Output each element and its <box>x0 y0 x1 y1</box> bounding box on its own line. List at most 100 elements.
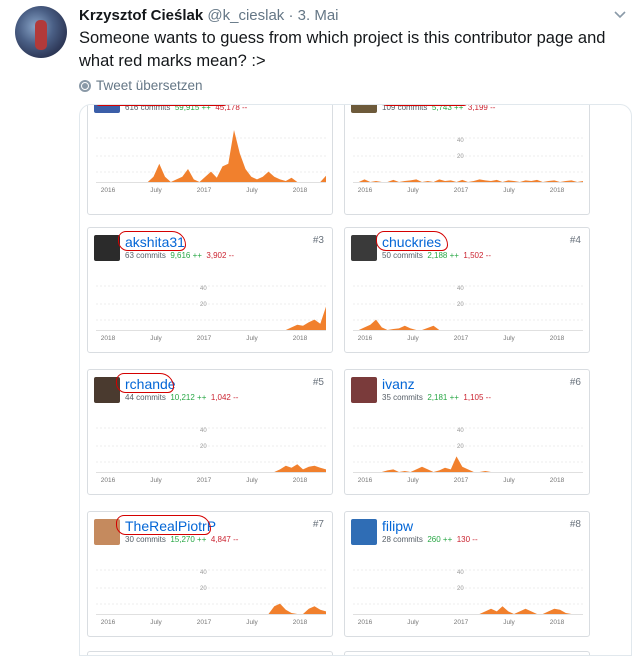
tweet-text: Someone wants to guess from which projec… <box>79 29 606 70</box>
deletions-count: 1,502 -- <box>463 251 491 260</box>
contributor-username[interactable]: TheRealPiotrP <box>125 518 216 534</box>
x-tick-label: July <box>150 477 162 484</box>
contributor-stats: 30 commits 15,270 ++ 4,847 -- <box>125 535 238 544</box>
contributor-card: 616 commits 59,915 ++ 45,178 -- 2016 July 2… <box>87 104 333 215</box>
x-tick-label: 2016 <box>358 477 373 484</box>
y-tick-label: 20 <box>200 586 207 592</box>
activity-chart: 40 20 2016 July 2017 July 2018 <box>353 569 583 626</box>
x-tick-label: 2018 <box>550 477 565 484</box>
author-handle[interactable]: @k_cieslak <box>207 7 284 24</box>
activity-chart: 40 20 2016 July 2017 July 2018 <box>96 569 326 626</box>
y-tick-label: 20 <box>200 444 207 450</box>
deletions-count: 3,902 -- <box>206 251 234 260</box>
activity-chart: 40 20 2018 July 2017 July 2018 <box>96 285 326 342</box>
contributor-avatar[interactable] <box>351 519 377 545</box>
y-tick-label: 40 <box>200 286 207 292</box>
commit-count[interactable]: 63 commits <box>125 251 166 260</box>
y-tick-label: 40 <box>457 286 464 292</box>
contributor-avatar[interactable] <box>94 377 120 403</box>
contributor-stats: 44 commits 10,212 ++ 1,042 -- <box>125 393 238 402</box>
x-tick-label: 2018 <box>293 619 308 626</box>
contributor-username[interactable]: akshita31 <box>125 234 185 250</box>
x-tick-label: 2016 <box>358 187 373 194</box>
y-tick-label: 40 <box>457 428 464 434</box>
y-tick-label: 40 <box>457 570 464 576</box>
commit-count[interactable]: 28 commits <box>382 535 423 544</box>
author-avatar[interactable] <box>15 6 67 58</box>
x-tick-label: 2017 <box>197 335 212 342</box>
additions-count: 5,743 ++ <box>431 104 464 112</box>
contributor-card: akshita31 #3 63 commits 9,616 ++ 3,902 -- 4… <box>87 227 333 353</box>
commit-count[interactable]: 50 commits <box>382 251 423 260</box>
commit-count[interactable]: 616 commits <box>125 105 170 112</box>
translate-link[interactable]: Tweet übersetzen <box>79 78 203 93</box>
contributor-username[interactable]: ivanz <box>382 376 415 392</box>
x-tick-label: 2016 <box>101 619 116 626</box>
contributor-avatar[interactable] <box>94 519 120 545</box>
commit-count[interactable]: 35 commits <box>382 393 423 402</box>
x-tick-label: 2018 <box>293 335 308 342</box>
x-tick-label: July <box>246 477 258 484</box>
y-tick-label: 40 <box>200 570 207 576</box>
x-tick-label: July <box>503 187 515 194</box>
deletions-count: 45,178 -- <box>215 104 248 112</box>
contributor-avatar[interactable] <box>94 105 120 113</box>
x-tick-label: July <box>407 335 419 342</box>
x-tick-label: 2017 <box>197 619 212 626</box>
contributor-avatar[interactable] <box>351 105 377 113</box>
x-tick-label: July <box>407 477 419 484</box>
x-tick-label: 2016 <box>101 187 116 194</box>
activity-chart: 2016 July 2017 July 2018 <box>96 130 326 194</box>
additions-count: 15,270 ++ <box>170 535 207 544</box>
attached-image[interactable]: 616 commits 59,915 ++ 45,178 -- 2016 July 2… <box>79 104 632 656</box>
author-name[interactable]: Krzysztof Cieślak <box>79 7 203 24</box>
deletions-count: 1,105 -- <box>463 393 491 402</box>
activity-area <box>353 319 583 330</box>
contributor-avatar[interactable] <box>351 377 377 403</box>
contributor-username[interactable]: chuckries <box>382 234 441 250</box>
deletions-count: 1,042 -- <box>210 393 239 402</box>
globe-icon <box>79 79 91 92</box>
activity-area <box>353 179 583 182</box>
y-tick-label: 20 <box>200 302 207 308</box>
x-tick-label: July <box>150 619 162 626</box>
contributor-card: ivanz #6 35 commits 2,181 ++ 1,105 -- 40 20 2… <box>344 369 590 495</box>
contributor-rank: #5 <box>312 377 324 388</box>
activity-area <box>353 456 583 472</box>
commit-count[interactable]: 109 commits <box>382 105 427 112</box>
activity-chart: 40 20 2016 July 2017 July 2018 <box>353 285 583 342</box>
x-tick-label: 2018 <box>293 477 308 484</box>
x-tick-label: 2018 <box>101 335 116 342</box>
x-tick-label: July <box>407 187 419 194</box>
x-tick-label: July <box>150 335 162 342</box>
separator: · <box>288 7 294 24</box>
translate-label[interactable]: Tweet übersetzen <box>96 78 203 93</box>
x-tick-label: 2018 <box>550 187 565 194</box>
contributor-stats: 50 commits 2,188 ++ 1,502 -- <box>382 251 491 260</box>
commit-count[interactable]: 44 commits <box>125 393 166 402</box>
x-tick-label: July <box>246 187 258 194</box>
contributor-card <box>344 651 590 655</box>
x-tick-label: July <box>503 619 515 626</box>
deletions-count: 3,199 -- <box>467 104 496 112</box>
x-tick-label: July <box>503 335 515 342</box>
chevron-down-icon[interactable] <box>614 8 626 22</box>
contributor-username[interactable]: rchande <box>125 376 176 392</box>
contributor-avatar[interactable] <box>351 235 377 261</box>
x-tick-label: July <box>246 335 258 342</box>
additions-count: 260 ++ <box>427 535 453 544</box>
contributor-rank: #3 <box>312 235 324 246</box>
contributor-avatar[interactable] <box>94 235 120 261</box>
commit-count[interactable]: 30 commits <box>125 535 166 544</box>
contributor-rank: #6 <box>569 377 581 388</box>
contributor-username[interactable]: filipw <box>382 518 413 534</box>
contributor-stats: 616 commits 59,915 ++ 45,178 -- <box>125 104 248 112</box>
x-tick-label: 2018 <box>293 187 308 194</box>
contributor-rank: #4 <box>569 235 581 246</box>
contributor-rank: #8 <box>569 519 581 530</box>
additions-count: 59,915 ++ <box>174 104 211 112</box>
x-tick-label: 2018 <box>550 335 565 342</box>
tweet-date[interactable]: 3. Mai <box>298 7 339 24</box>
contributor-card: rchande #5 44 commits 10,212 ++ 1,042 -- 40… <box>87 369 333 495</box>
tweet: Krzysztof Cieślak @k_cieslak · 3. Mai So… <box>0 0 644 656</box>
